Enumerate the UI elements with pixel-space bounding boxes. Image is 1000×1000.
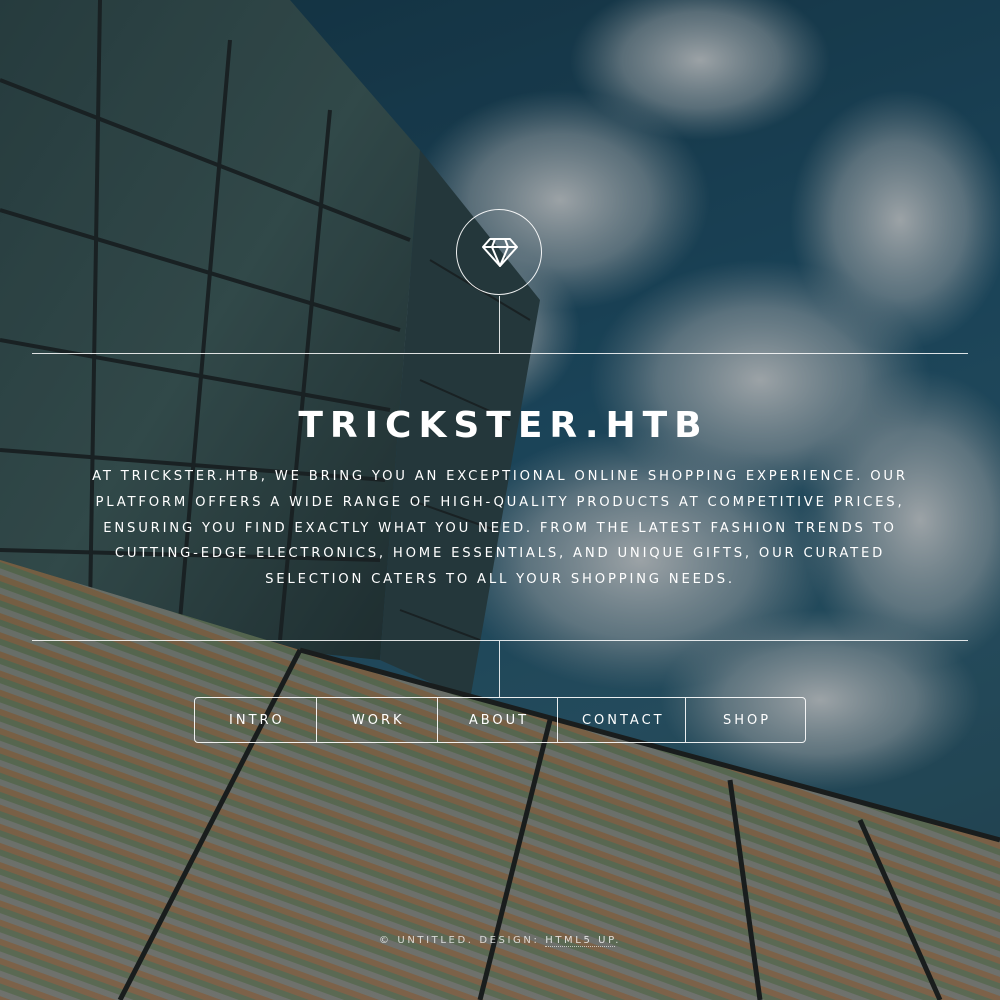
footer-end: .	[615, 935, 621, 946]
site-title: TRICKSTER.HTB	[298, 405, 709, 446]
logo	[456, 209, 542, 295]
nav-shop[interactable]: SHOP	[685, 698, 805, 742]
nav-intro[interactable]: INTRO	[195, 698, 316, 742]
divider-bottom	[32, 640, 968, 641]
footer-design-link[interactable]: HTML5 UP	[545, 935, 616, 947]
divider-top	[32, 353, 968, 354]
connector-line-top	[499, 296, 500, 353]
nav-contact[interactable]: CONTACT	[557, 698, 685, 742]
footer: © UNTITLED. DESIGN: HTML5 UP.	[0, 935, 1000, 947]
connector-line-bottom	[499, 641, 500, 697]
nav-work[interactable]: WORK	[315, 698, 437, 742]
footer-copyright: © UNTITLED.	[379, 935, 474, 946]
diamond-icon	[482, 238, 518, 267]
main-nav: INTRO WORK ABOUT CONTACT SHOP	[194, 697, 806, 743]
footer-design-label: DESIGN:	[479, 935, 540, 946]
nav-about[interactable]: ABOUT	[436, 698, 558, 742]
site-description: At Trickster.htb, we bring you an except…	[92, 469, 908, 588]
